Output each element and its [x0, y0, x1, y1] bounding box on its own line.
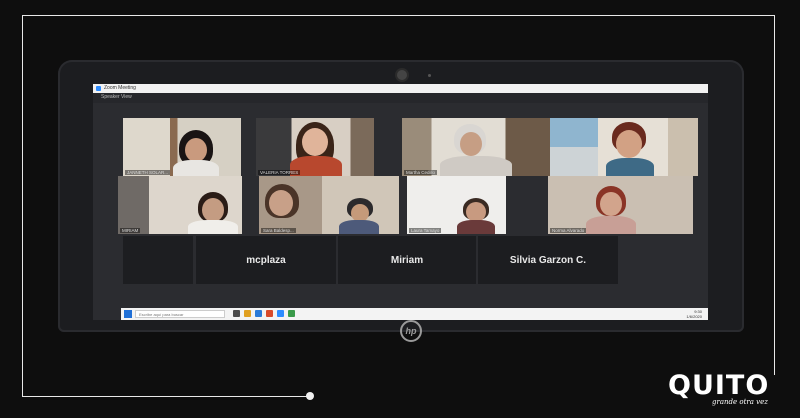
file-explorer-icon[interactable]: [244, 310, 251, 317]
video-tile-laura[interactable]: Laura Tamayo: [407, 176, 506, 234]
webcam-led: [428, 74, 431, 77]
video-tile-norma-active-speaker[interactable]: Norma Alvarado: [548, 176, 693, 234]
video-tile-room[interactable]: [550, 118, 598, 176]
participant-face: [185, 138, 207, 162]
excel-icon[interactable]: [288, 310, 295, 317]
video-tile-janneth[interactable]: JANNETH SOLAR...: [123, 118, 241, 176]
edge-browser-icon[interactable]: [255, 310, 262, 317]
participant-body: [173, 160, 219, 176]
office-icon[interactable]: [266, 310, 273, 317]
participant-name: JANNETH SOLAR...: [125, 170, 171, 175]
clock-date: 1/6/2020: [686, 314, 702, 319]
participant-name: Miriam: [390, 254, 424, 266]
participant-face: [466, 202, 486, 222]
zoom-titlebar: Zoom Meeting: [93, 84, 708, 93]
participant-name: Silvia Garzon C.: [509, 254, 587, 266]
participant-face: [616, 130, 642, 158]
brand-wordmark: QUITO: [668, 370, 770, 401]
zoom-subbar: Speaker View: [93, 93, 708, 103]
taskbar-clock[interactable]: 9:30 1/6/2020: [686, 309, 702, 319]
empty-tile: [123, 236, 193, 284]
participant-body: [440, 156, 512, 176]
frame-right-line: [774, 15, 775, 375]
video-tile-valeria[interactable]: VALERIA TORRES: [256, 118, 374, 176]
frame-dot: [306, 392, 314, 400]
video-feed: [550, 118, 598, 176]
participant-face: [269, 190, 293, 216]
quito-logo: QUITO grande otra vez: [668, 370, 780, 410]
webcam-icon: [397, 70, 407, 80]
window-title: Zoom Meeting: [104, 85, 136, 91]
windows-start-icon[interactable]: [124, 310, 132, 318]
windows-taskbar: Escribe aquí para buscar 9:30 1/6/2020: [121, 308, 708, 320]
participant-name: Sara Baldesp...: [261, 228, 296, 233]
zoom-app-icon: [96, 86, 101, 91]
taskbar-app-icons: [233, 310, 295, 317]
video-tile-woman-glasses[interactable]: [598, 118, 698, 176]
frame-top-line: [22, 15, 774, 16]
video-tile-martha[interactable]: Martha Cedillo: [402, 118, 550, 176]
participant-body: [188, 220, 238, 234]
participant-body: [339, 220, 379, 234]
participant-body: [606, 158, 654, 176]
participant-face: [460, 132, 482, 156]
taskbar-search-input[interactable]: Escribe aquí para buscar: [135, 310, 225, 318]
frame-left-line: [22, 15, 23, 396]
brand-tagline: grande otra vez: [712, 398, 768, 406]
zoom-taskbar-icon[interactable]: [277, 310, 284, 317]
participant-name: Martha Cedillo: [404, 170, 438, 175]
participant-name: VALERIA TORRES: [258, 170, 301, 175]
frame-bottom-line: [22, 396, 310, 397]
task-view-icon[interactable]: [233, 310, 240, 317]
view-mode-label[interactable]: Speaker View: [101, 94, 132, 100]
video-tile-sara[interactable]: Sara Baldesp...: [259, 176, 399, 234]
participant-name: Laura Tamayo: [409, 228, 442, 233]
participant-name: Norma Alvarado: [550, 228, 587, 233]
participant-face: [302, 128, 328, 156]
participant-name: MIRIAM: [120, 228, 141, 233]
participant-body: [457, 220, 495, 234]
video-tile-miriam[interactable]: MIRIAM: [118, 176, 242, 234]
laptop-screen: Zoom Meeting Speaker View JANNETH SOLAR.…: [93, 84, 708, 320]
name-tile-mcplaza[interactable]: mcplaza: [196, 236, 336, 284]
participant-face: [202, 198, 224, 222]
name-tile-silvia[interactable]: Silvia Garzon C.: [478, 236, 618, 284]
participant-body: [586, 216, 636, 234]
name-tile-miriam[interactable]: Miriam: [338, 236, 476, 284]
participant-name: mcplaza: [246, 254, 286, 266]
participant-face: [600, 192, 622, 216]
hp-logo-icon: hp: [400, 320, 422, 342]
